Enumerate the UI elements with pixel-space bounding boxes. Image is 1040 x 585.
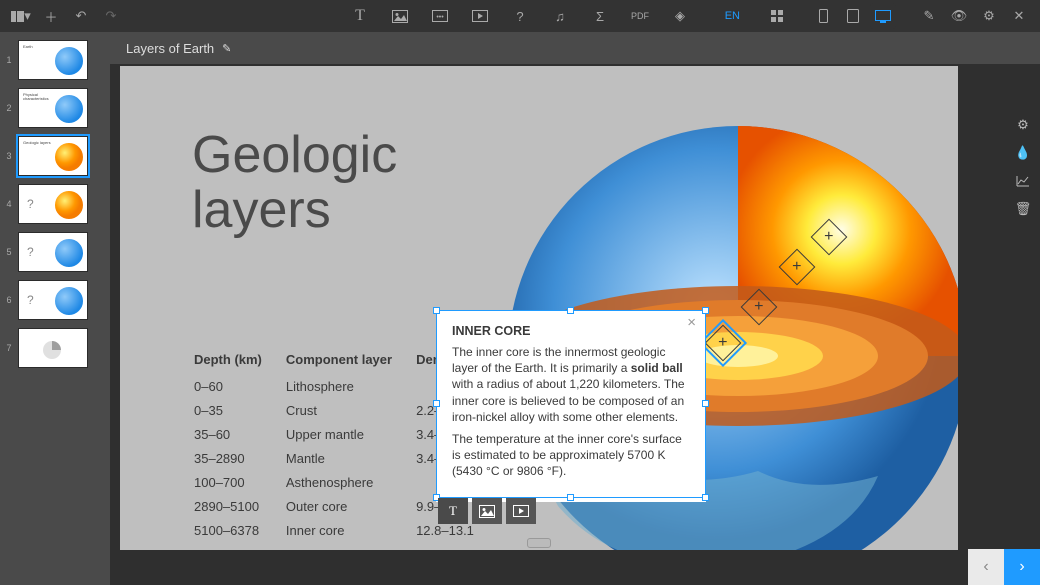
canvas-column: Layers of Earth ✎ Geologic layers Depth … [110,32,1040,585]
pager: ‹ › [968,549,1040,585]
slide-title[interactable]: Geologic layers [192,128,397,237]
add-slide-icon[interactable]: ＋ [38,3,64,29]
thumbnail-slide-4[interactable]: ? [18,184,88,224]
plus-icon: + [792,259,801,275]
redo-icon[interactable]: ↷ [98,3,124,29]
insert-embed-icon[interactable]: ••• [427,3,453,29]
settings-icon[interactable]: ⚙ [976,3,1002,29]
slide-right-toolbar: ⚙ 💧 🗑 [1010,114,1036,220]
document-title[interactable]: Layers of Earth [126,41,214,56]
slide: Geologic layers Depth (km) Component lay… [120,66,958,550]
earth-icon [54,238,84,268]
earth-icon [54,94,84,124]
earth-cutaway-icon [54,142,84,172]
col-depth: Depth (km) [194,352,284,373]
device-desktop-icon[interactable] [870,3,896,29]
insert-image-icon[interactable] [387,3,413,29]
slide-canvas[interactable]: Geologic layers Depth (km) Component lay… [110,64,1040,585]
thumbnail-slide-7[interactable] [18,328,88,368]
earth-icon [54,286,84,316]
insert-toolbar: T ••• ? ♫ Σ PDF ◈ [347,3,693,29]
thumbnail-slide-3[interactable]: Geologic layers [18,136,88,176]
thumbnail-panel: 1 Earth 2 Physical characteristics 3 Geolog… [0,32,110,585]
thumb-number: 3 [4,151,14,161]
thumb-number: 7 [4,343,14,353]
slide-theme-icon[interactable]: 💧 [1010,142,1036,164]
insert-shape-icon[interactable]: ◈ [667,3,693,29]
tooltip-paragraph: The temperature at the inner core's surf… [452,431,690,480]
rename-icon[interactable]: ✎ [222,42,231,55]
earth-icon [54,46,84,76]
hotspot-tooltip[interactable]: × INNER CORE The inner core is the inner… [436,310,706,502]
thumb-number: 5 [4,247,14,257]
insert-pdf-button[interactable]: PDF [627,3,653,29]
device-tablet-icon[interactable] [840,3,866,29]
slide-settings-icon[interactable]: ⚙ [1010,114,1036,136]
document-title-bar: Layers of Earth ✎ [110,32,1040,64]
thumbnail-slide-2[interactable]: Physical characteristics [18,88,88,128]
tooltip-title: INNER CORE [452,324,690,338]
plus-icon: + [754,299,763,315]
prev-slide-button[interactable]: ‹ [968,549,1004,585]
tooltip-close-icon[interactable]: × [687,314,696,331]
thumb-number: 4 [4,199,14,209]
tooltip-paragraph: The inner core is the innermost geologic… [452,344,690,425]
thumbnail-slide-1[interactable]: Earth [18,40,88,80]
close-icon[interactable]: ✕ [1006,3,1032,29]
thumbnail-slide-5[interactable]: ? [18,232,88,272]
workspace: 1 Earth 2 Physical characteristics 3 Geolog… [0,32,1040,585]
plus-icon: + [718,335,727,351]
add-video-icon[interactable] [506,498,536,524]
thumbnail-slide-6[interactable]: ? [18,280,88,320]
preview-icon[interactable]: 👁 [946,3,972,29]
insert-formula-icon[interactable]: Σ [587,3,613,29]
plus-icon: + [824,229,833,245]
grid-view-icon[interactable] [764,3,790,29]
layout-menu-icon[interactable]: ▾ [8,3,34,29]
add-text-icon[interactable]: T [438,498,468,524]
language-button[interactable]: EN [721,3,744,29]
thumb-number: 2 [4,103,14,113]
add-image-icon[interactable] [472,498,502,524]
earth-cutaway-icon [54,190,84,220]
insert-question-icon[interactable]: ? [507,3,533,29]
thumb-number: 6 [4,295,14,305]
brush-icon[interactable]: ✎ [916,3,942,29]
thumb-number: 1 [4,55,14,65]
slide-delete-icon[interactable]: 🗑 [1010,198,1036,220]
svg-text:•••: ••• [436,14,444,21]
insert-audio-icon[interactable]: ♫ [547,3,573,29]
insert-video-icon[interactable] [467,3,493,29]
next-slide-button[interactable]: › [1004,549,1040,585]
insert-text-icon[interactable]: T [347,3,373,29]
undo-icon[interactable]: ↶ [68,3,94,29]
bottom-gripper[interactable] [527,538,551,548]
device-phone-icon[interactable] [810,3,836,29]
slide-chart-icon[interactable] [1010,170,1036,192]
col-component: Component layer [286,352,414,373]
top-toolbar: ▾ ＋ ↶ ↷ T ••• ? ♫ Σ PDF ◈ EN ✎ 👁 ⚙ ✕ [0,0,1040,32]
tooltip-content-toolbar: T [438,498,536,524]
